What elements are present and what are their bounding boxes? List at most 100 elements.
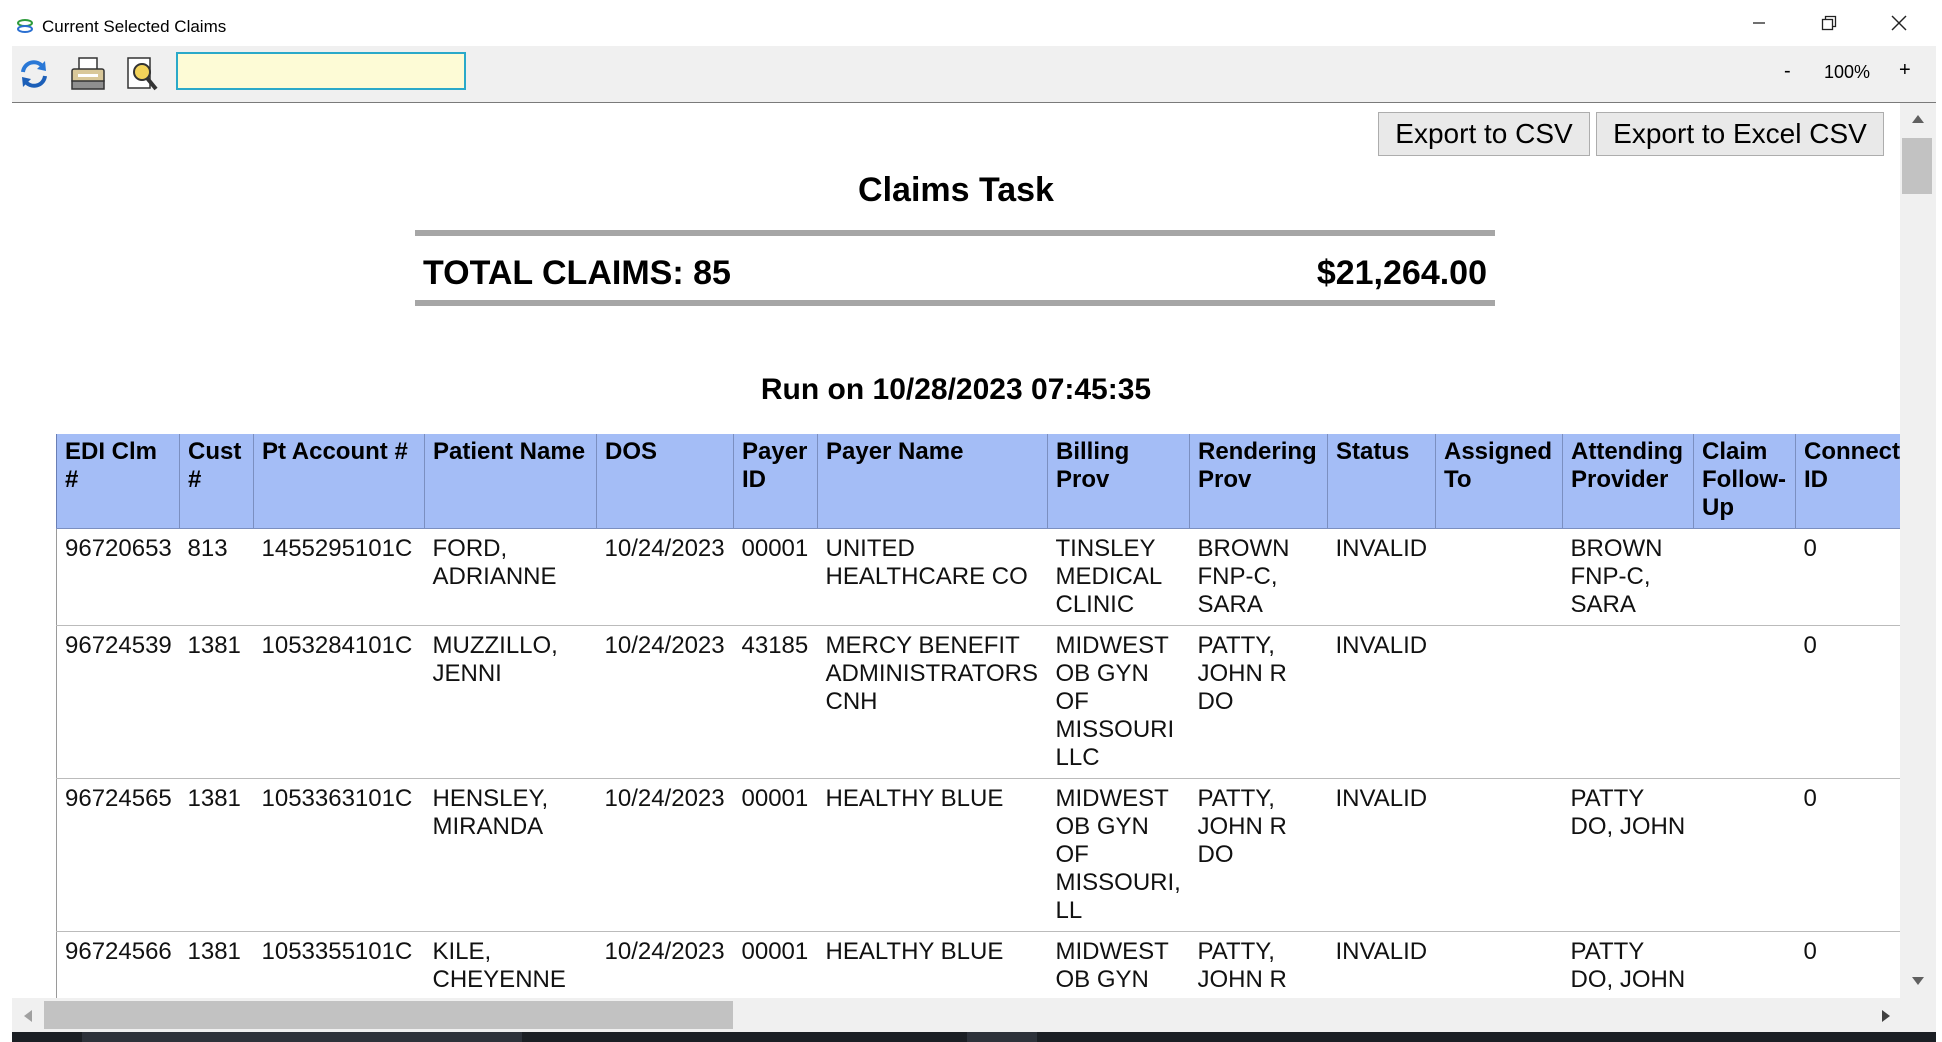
table-cell: MIDWEST OB GYN OF MISSOURI LLC [1047, 625, 1190, 779]
total-amount: $21,264.00 [1316, 254, 1487, 292]
table-row[interactable]: 96724566 1381 1053355101C KILE, CHEYENNE… [56, 931, 1900, 998]
table-cell: MIDWEST OB GYN OF MISSOURI, LL [1047, 931, 1190, 998]
table-cell: PATTY, JOHN R DO [1189, 778, 1328, 932]
table-cell: 813 [179, 528, 254, 626]
column-header[interactable]: Patient Name [424, 434, 597, 529]
table-cell [1693, 528, 1796, 626]
table-cell: INVALID [1327, 528, 1436, 626]
search-doc-icon [127, 57, 158, 91]
zoom-out-button[interactable]: - [1784, 60, 1791, 83]
totals-box: TOTAL CLAIMS: 85 $21,264.00 [415, 230, 1495, 306]
zoom-level: 100% [1824, 62, 1871, 82]
column-header[interactable]: Pt Account # [253, 434, 425, 529]
taskbar-strip [12, 1032, 1936, 1042]
column-header[interactable]: Rendering Prov [1189, 434, 1328, 529]
export-csv-button[interactable]: Export to CSV [1378, 112, 1590, 156]
report-viewport: Export to CSV Export to Excel CSV Claims… [12, 103, 1900, 998]
column-header[interactable]: Payer Name [817, 434, 1048, 529]
minimize-icon [1753, 22, 1765, 24]
column-header[interactable]: Cust # [179, 434, 254, 529]
window-title: Current Selected Claims [42, 17, 227, 36]
restore-icon [1821, 15, 1837, 31]
close-button[interactable] [1864, 0, 1934, 46]
find-button[interactable] [122, 54, 162, 94]
vertical-scrollbar[interactable] [1900, 103, 1936, 998]
table-cell [1693, 778, 1796, 932]
export-excel-csv-button[interactable]: Export to Excel CSV [1596, 112, 1884, 156]
table-cell: PATTY, JOHN R DO [1189, 625, 1328, 779]
restore-button[interactable] [1794, 0, 1864, 46]
table-cell [1693, 625, 1796, 779]
column-header[interactable]: Assigned To [1435, 434, 1563, 529]
column-header[interactable]: EDI Clm # [56, 434, 180, 529]
table-cell: 1381 [179, 778, 254, 932]
table-cell [1693, 931, 1796, 998]
table-cell: INVALID [1327, 778, 1436, 932]
close-icon [1891, 15, 1907, 31]
table-cell: 96724565 [56, 778, 180, 932]
table-cell: HENSLEY, MIRANDA [424, 778, 597, 932]
table-cell: 96720653 [56, 528, 180, 626]
table-cell [1435, 931, 1563, 998]
table-cell [1562, 625, 1694, 779]
column-header[interactable]: DOS [596, 434, 734, 529]
toolbar: - 100% + [12, 46, 1936, 103]
table-cell: MERCY BENEFIT ADMINISTRATORS CNH [817, 625, 1048, 779]
table-row[interactable]: 96720653 813 1455295101C FORD, ADRIANNE … [56, 528, 1900, 626]
table-cell: 1053284101C [253, 625, 425, 779]
table-cell: PATTY DO, JOHN [1562, 931, 1694, 998]
table-cell: 00001 [733, 931, 818, 998]
table-cell [1435, 625, 1563, 779]
column-header[interactable]: Payer ID [733, 434, 818, 529]
table-cell: MUZZILLO, JENNI [424, 625, 597, 779]
table-cell: 1381 [179, 625, 254, 779]
scroll-corner [1900, 998, 1936, 1032]
column-header[interactable]: Attending Provider [1562, 434, 1694, 529]
search-input[interactable] [176, 52, 466, 90]
zoom-in-button[interactable]: + [1899, 59, 1911, 82]
table-cell: MIDWEST OB GYN OF MISSOURI, LL [1047, 778, 1190, 932]
column-header[interactable]: Connect ID [1795, 434, 1900, 529]
table-cell: 96724539 [56, 625, 180, 779]
vertical-scroll-thumb[interactable] [1902, 138, 1932, 194]
table-cell: KILE, CHEYENNE [424, 931, 597, 998]
table-cell: 0 [1795, 931, 1900, 998]
table-header-row: EDI Clm # Cust # Pt Account # Patient Na… [56, 434, 1900, 529]
table-cell: 96724566 [56, 931, 180, 998]
refresh-button[interactable] [14, 54, 54, 94]
minimize-button[interactable] [1724, 0, 1794, 46]
horizontal-scroll-thumb[interactable] [44, 1001, 733, 1029]
column-header[interactable]: Status [1327, 434, 1436, 529]
table-cell: BROWN FNP-C, SARA [1189, 528, 1328, 626]
table-row[interactable]: 96724539 1381 1053284101C MUZZILLO, JENN… [56, 625, 1900, 779]
table-cell: 10/24/2023 [596, 528, 734, 626]
table-cell: 00001 [733, 778, 818, 932]
table-cell: HEALTHY BLUE [817, 931, 1048, 998]
table-cell: FORD, ADRIANNE [424, 528, 597, 626]
scroll-up-icon[interactable] [1910, 113, 1926, 125]
scroll-left-icon[interactable] [22, 1008, 34, 1024]
scroll-right-icon[interactable] [1880, 1008, 1892, 1024]
run-timestamp: Run on 10/28/2023 07:45:35 [760, 373, 1152, 406]
total-claims-label: TOTAL CLAIMS: 85 [423, 254, 731, 292]
table-cell: PATTY DO, JOHN [1562, 778, 1694, 932]
table-cell: 0 [1795, 625, 1900, 779]
table-cell: 1053363101C [253, 778, 425, 932]
app-icon [17, 19, 33, 33]
column-header[interactable]: Claim Follow-Up [1693, 434, 1796, 529]
print-button[interactable] [68, 54, 108, 94]
table-cell: 43185 [733, 625, 818, 779]
table-row[interactable]: 96724565 1381 1053363101C HENSLEY, MIRAN… [56, 778, 1900, 932]
horizontal-scrollbar[interactable] [12, 998, 1900, 1032]
table-cell [1435, 528, 1563, 626]
table-cell: 1381 [179, 931, 254, 998]
print-icon [71, 57, 105, 90]
table-cell: 10/24/2023 [596, 778, 734, 932]
scroll-down-icon[interactable] [1910, 975, 1926, 987]
column-header[interactable]: Billing Prov [1047, 434, 1190, 529]
table-cell: BROWN FNP-C, SARA [1562, 528, 1694, 626]
table-cell: 1455295101C [253, 528, 425, 626]
claims-table: EDI Clm # Cust # Pt Account # Patient Na… [56, 434, 1900, 998]
report-title: Claims Task [858, 171, 1054, 209]
table-cell: TINSLEY MEDICAL CLINIC [1047, 528, 1190, 626]
